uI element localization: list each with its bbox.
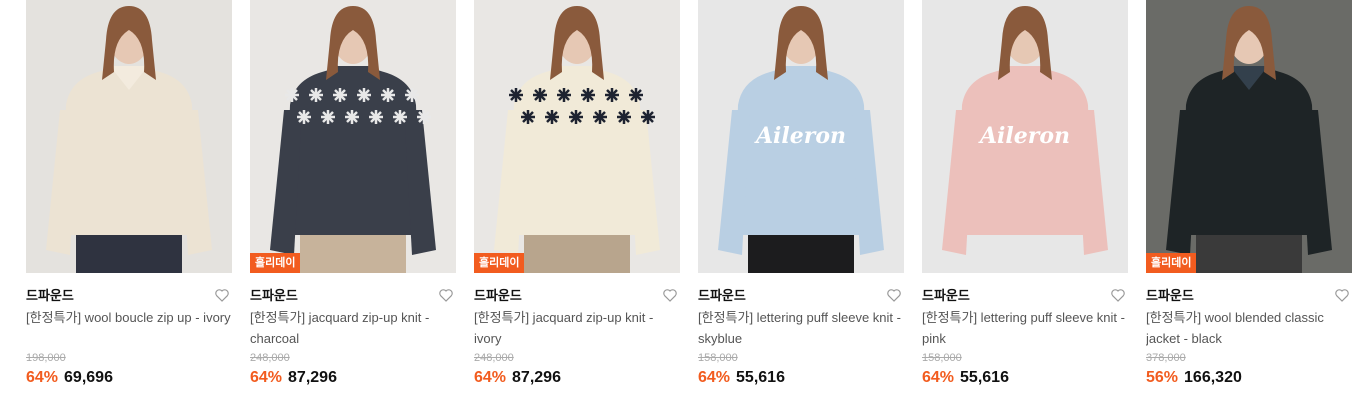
discount-rate: 56% (1146, 369, 1179, 386)
discount-rate: 64% (922, 369, 955, 386)
product-image[interactable]: Aileron (698, 0, 904, 273)
discount-rate: 64% (250, 369, 283, 386)
price-row: 64% 55,616 (698, 367, 904, 389)
original-price: 248,000 (474, 352, 514, 364)
holiday-badge: 홀리데이 (250, 253, 301, 273)
discount-rate: 64% (474, 369, 507, 386)
product-name[interactable]: [한정특가] jacquard zip-up knit - ivory (474, 307, 680, 349)
product-card[interactable]: Aileron 드파운드 [한정특가] lettering puff sleev… (922, 0, 1128, 400)
price-row: 64% 69,696 (26, 367, 232, 389)
holiday-badge: 홀리데이 (1146, 253, 1197, 273)
heart-icon[interactable] (214, 287, 230, 303)
sale-price: 55,616 (736, 369, 785, 386)
product-name[interactable]: [한정특가] lettering puff sleeve knit - pink (922, 307, 1128, 349)
product-image[interactable]: 홀리데이 (474, 0, 680, 273)
product-card[interactable]: 홀리데이 드파운드 [한정특가] jacquard zip-up knit - … (474, 0, 680, 400)
price-row: 64% 87,296 (474, 367, 680, 389)
product-name[interactable]: [한정특가] lettering puff sleeve knit - skyb… (698, 307, 904, 349)
brand-name[interactable]: 드파운드 (698, 286, 904, 306)
product-card[interactable]: 홀리데이 드파운드 [한정특가] wool blended classic ja… (1146, 0, 1352, 400)
discount-rate: 64% (698, 369, 731, 386)
svg-text:Aileron: Aileron (978, 123, 1070, 149)
heart-icon[interactable] (662, 287, 678, 303)
original-price: 198,000 (26, 352, 66, 364)
product-image[interactable]: 홀리데이 (1146, 0, 1352, 273)
brand-name[interactable]: 드파운드 (250, 286, 456, 306)
product-name[interactable]: [한정특가] jacquard zip-up knit - charcoal (250, 307, 456, 349)
product-grid: 드파운드 [한정특가] wool boucle zip up - ivory 1… (0, 0, 1354, 400)
brand-name[interactable]: 드파운드 (1146, 286, 1352, 306)
product-image[interactable]: Aileron (922, 0, 1128, 273)
price-row: 64% 55,616 (922, 367, 1128, 389)
original-price: 158,000 (698, 352, 738, 364)
original-price: 378,000 (1146, 352, 1186, 364)
product-card[interactable]: 홀리데이 드파운드 [한정특가] jacquard zip-up knit - … (250, 0, 456, 400)
price-row: 56% 166,320 (1146, 367, 1352, 389)
product-name[interactable]: [한정특가] wool blended classic jacket - bla… (1146, 307, 1352, 349)
brand-name[interactable]: 드파운드 (474, 286, 680, 306)
sale-price: 87,296 (288, 369, 337, 386)
discount-rate: 64% (26, 369, 59, 386)
heart-icon[interactable] (438, 287, 454, 303)
sale-price: 87,296 (512, 369, 561, 386)
product-image[interactable]: 홀리데이 (250, 0, 456, 273)
original-price: 158,000 (922, 352, 962, 364)
sale-price: 55,616 (960, 369, 1009, 386)
heart-icon[interactable] (1334, 287, 1350, 303)
product-image[interactable] (26, 0, 232, 273)
price-row: 64% 87,296 (250, 367, 456, 389)
holiday-badge: 홀리데이 (474, 253, 525, 273)
heart-icon[interactable] (886, 287, 902, 303)
brand-name[interactable]: 드파운드 (922, 286, 1128, 306)
original-price: 248,000 (250, 352, 290, 364)
product-card[interactable]: Aileron 드파운드 [한정특가] lettering puff sleev… (698, 0, 904, 400)
sale-price: 166,320 (1184, 369, 1242, 386)
svg-text:Aileron: Aileron (754, 123, 846, 149)
heart-icon[interactable] (1110, 287, 1126, 303)
product-card[interactable]: 드파운드 [한정특가] wool boucle zip up - ivory 1… (26, 0, 232, 400)
product-name[interactable]: [한정특가] wool boucle zip up - ivory (26, 307, 232, 349)
brand-name[interactable]: 드파운드 (26, 286, 232, 306)
sale-price: 69,696 (64, 369, 113, 386)
